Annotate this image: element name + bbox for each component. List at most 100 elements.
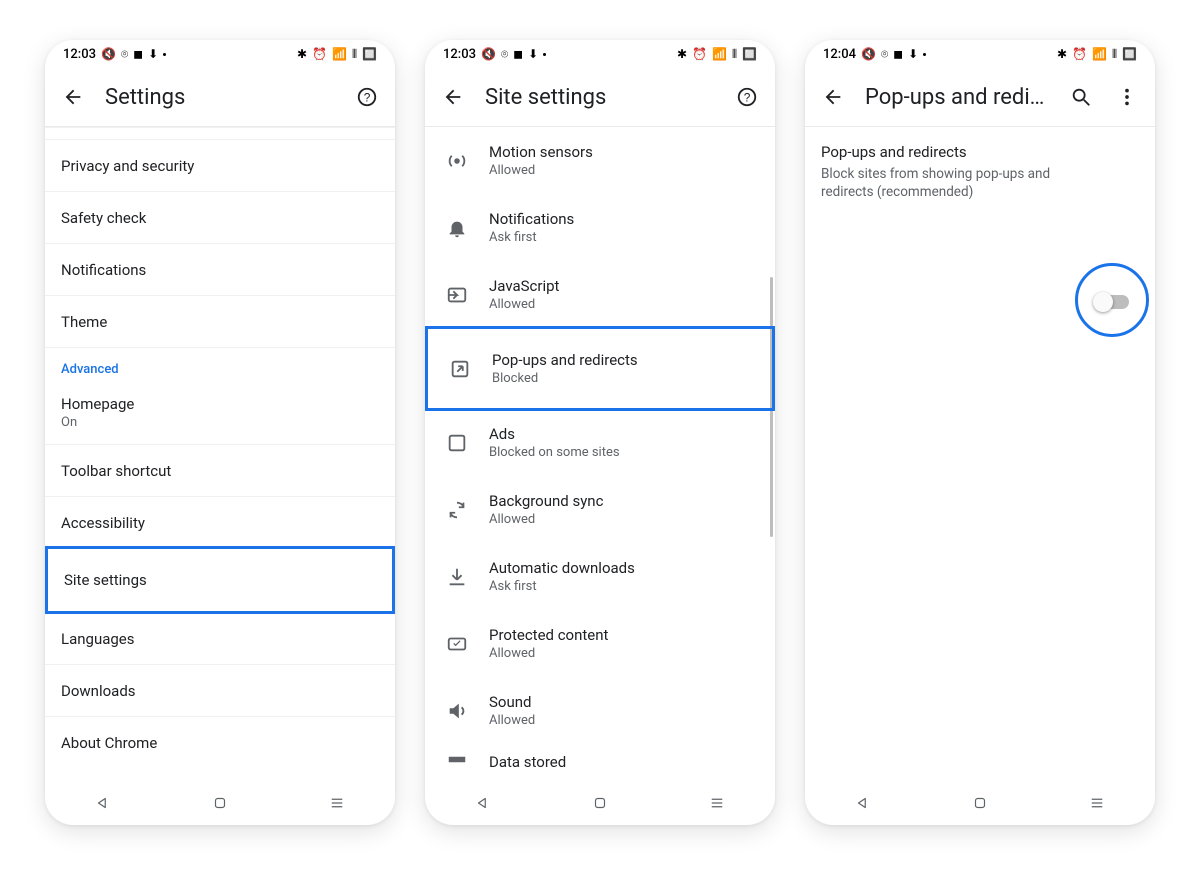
site-item-label: Ads xyxy=(489,425,620,443)
protected-icon xyxy=(445,632,469,656)
site-item-data-stored-partial[interactable]: Data stored xyxy=(425,744,775,764)
nav-recent[interactable] xyxy=(327,793,347,813)
svg-text:?: ? xyxy=(744,91,751,105)
site-item-label: Motion sensors xyxy=(489,143,593,161)
alarm-icon: ⏰ xyxy=(692,48,707,60)
list-item-homepage[interactable]: Homepage On xyxy=(45,381,395,444)
status-time: 12:03 xyxy=(443,47,476,62)
highlight-popups: Pop-ups and redirectsBlocked xyxy=(425,326,775,411)
list-item-languages[interactable]: Languages xyxy=(45,612,395,664)
list-item-toolbar-shortcut[interactable]: Toolbar shortcut xyxy=(45,444,395,496)
list-item-sub: On xyxy=(61,415,77,430)
site-item-label: Background sync xyxy=(489,492,603,510)
nav-recent[interactable] xyxy=(707,793,727,813)
more-notifications-dot xyxy=(163,53,166,56)
list-item-label: Site settings xyxy=(64,571,147,589)
statusbar: 12:03 🔇 ⌾ ◼ ⬇ ✱ ⏰ 📶 ⫴ 🔲 xyxy=(425,40,775,68)
search-icon[interactable] xyxy=(1067,83,1095,111)
notification-icon: ⬇ xyxy=(148,48,158,60)
appbar: Site settings ? xyxy=(425,68,775,126)
more-options-icon[interactable] xyxy=(1113,83,1141,111)
site-item-sub: Allowed xyxy=(489,646,608,661)
bluetooth-icon: ✱ xyxy=(677,48,687,60)
download-icon xyxy=(445,565,469,589)
nav-home[interactable] xyxy=(970,793,990,813)
statusbar: 12:04 🔇 ⌾ ◼ ⬇ ✱ ⏰ 📶 ⫴ 🔲 xyxy=(805,40,1155,68)
help-icon[interactable]: ? xyxy=(733,83,761,111)
notification-icon: ⬇ xyxy=(528,48,538,60)
site-item-javascript[interactable]: JavaScriptAllowed xyxy=(425,261,775,328)
nav-back[interactable] xyxy=(853,793,873,813)
toggle-title: Pop-ups and redirects xyxy=(821,143,1139,161)
highlight-circle xyxy=(1075,263,1149,337)
settings-list: Privacy and security Safety check Notifi… xyxy=(45,127,395,781)
page-title: Site settings xyxy=(485,85,715,110)
signal-icon: ⫴ xyxy=(732,48,737,60)
facebook-icon: ◼ xyxy=(513,48,523,60)
list-item-label: Downloads xyxy=(61,682,136,700)
status-time: 12:04 xyxy=(823,47,856,62)
list-item-accessibility[interactable]: Accessibility xyxy=(45,496,395,548)
site-item-protected-content[interactable]: Protected contentAllowed xyxy=(425,610,775,677)
svg-text:?: ? xyxy=(364,91,371,105)
battery-icon: 🔲 xyxy=(1122,48,1137,60)
ads-icon xyxy=(445,431,469,455)
site-item-ads[interactable]: AdsBlocked on some sites xyxy=(425,409,775,476)
site-item-label: Notifications xyxy=(489,210,574,228)
nav-back[interactable] xyxy=(473,793,493,813)
site-item-sub: Allowed xyxy=(489,512,603,527)
site-item-sub: Blocked xyxy=(492,371,638,386)
list-item-label: About Chrome xyxy=(61,734,157,752)
list-item-notifications[interactable]: Notifications xyxy=(45,243,395,295)
nav-home[interactable] xyxy=(210,793,230,813)
whatsapp-icon: ⌾ xyxy=(121,48,128,60)
site-item-motion-sensors[interactable]: Motion sensors Allowed xyxy=(425,127,775,194)
site-item-sound[interactable]: SoundAllowed xyxy=(425,677,775,744)
help-icon[interactable]: ? xyxy=(353,83,381,111)
site-item-sub: Ask first xyxy=(489,579,635,594)
site-item-label: Data stored xyxy=(489,753,566,771)
whatsapp-icon: ⌾ xyxy=(501,48,508,60)
back-arrow-icon[interactable] xyxy=(439,83,467,111)
list-item-theme[interactable]: Theme xyxy=(45,295,395,347)
back-arrow-icon[interactable] xyxy=(819,83,847,111)
facebook-icon: ◼ xyxy=(893,48,903,60)
signal-icon: ⫴ xyxy=(352,48,357,60)
phone-screen-popups: 12:04 🔇 ⌾ ◼ ⬇ ✱ ⏰ 📶 ⫴ 🔲 Pop-ups and redi… xyxy=(805,40,1155,825)
sensor-icon xyxy=(445,149,469,173)
site-item-auto-downloads[interactable]: Automatic downloadsAsk first xyxy=(425,543,775,610)
bell-icon xyxy=(445,216,469,240)
alarm-icon: ⏰ xyxy=(312,48,327,60)
nav-back[interactable] xyxy=(93,793,113,813)
bluetooth-icon: ✱ xyxy=(1057,48,1067,60)
site-item-notifications[interactable]: NotificationsAsk first xyxy=(425,194,775,261)
sync-icon xyxy=(445,498,469,522)
list-item-label: Safety check xyxy=(61,209,146,227)
switch-knob xyxy=(1093,292,1113,312)
list-item-site-settings[interactable]: Site settings xyxy=(48,549,392,611)
site-item-sub: Allowed xyxy=(489,163,593,178)
section-advanced: Advanced xyxy=(45,347,395,381)
site-item-popups-redirects[interactable]: Pop-ups and redirectsBlocked xyxy=(428,329,772,408)
list-item-privacy[interactable]: Privacy and security xyxy=(45,139,395,191)
battery-icon: 🔲 xyxy=(742,48,757,60)
list-item-label: Toolbar shortcut xyxy=(61,462,171,480)
popups-toggle-switch[interactable] xyxy=(1095,295,1129,309)
back-arrow-icon[interactable] xyxy=(59,83,87,111)
mute-icon: 🔇 xyxy=(101,48,116,60)
site-item-background-sync[interactable]: Background sync Allowed xyxy=(425,476,775,543)
list-item-label: Notifications xyxy=(61,261,146,279)
list-item-safety-check[interactable]: Safety check xyxy=(45,191,395,243)
list-item-label: Accessibility xyxy=(61,514,145,532)
wifi-icon: 📶 xyxy=(712,48,727,60)
facebook-icon: ◼ xyxy=(133,48,143,60)
script-icon xyxy=(445,283,469,307)
nav-home[interactable] xyxy=(590,793,610,813)
list-item-about-chrome[interactable]: About Chrome xyxy=(45,716,395,768)
appbar: Settings ? xyxy=(45,68,395,126)
list-item-downloads[interactable]: Downloads xyxy=(45,664,395,716)
site-settings-list: Motion sensorsAllowed NotificationsAsk f… xyxy=(425,127,775,781)
wifi-icon: 📶 xyxy=(1092,48,1107,60)
popup-icon xyxy=(448,357,472,381)
nav-recent[interactable] xyxy=(1087,793,1107,813)
